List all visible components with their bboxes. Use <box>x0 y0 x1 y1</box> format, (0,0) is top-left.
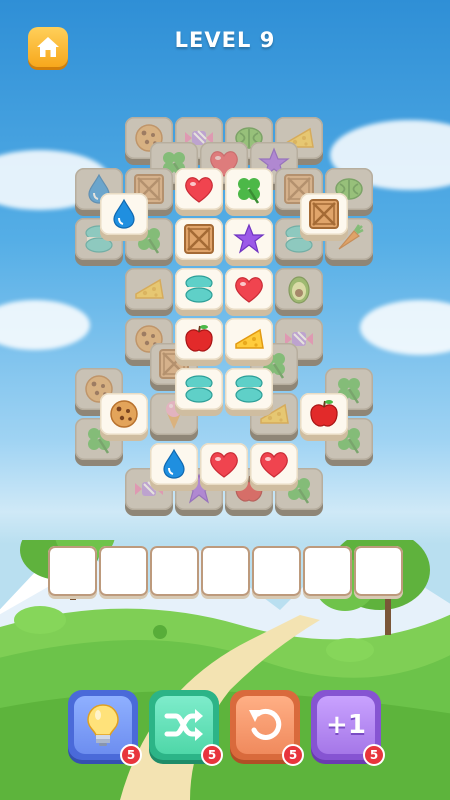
tile[interactable] <box>175 368 223 416</box>
tile[interactable] <box>100 193 148 241</box>
water-drop-icon <box>113 198 135 229</box>
plus-one-icon: +1 <box>326 710 366 740</box>
undo-count-badge: 5 <box>282 744 304 766</box>
tile[interactable] <box>225 368 273 416</box>
tile[interactable] <box>175 318 223 366</box>
shuffle-icon <box>164 709 203 741</box>
water-drop-icon <box>163 448 185 479</box>
undo-icon <box>249 708 282 740</box>
macaron-icon <box>185 375 213 403</box>
tray-slot[interactable] <box>48 546 97 596</box>
tile[interactable] <box>100 393 148 441</box>
tile-tray <box>48 546 403 598</box>
hint-count-badge: 5 <box>120 744 142 766</box>
tile[interactable] <box>225 318 273 366</box>
tray-slot[interactable] <box>150 546 199 596</box>
clover-icon <box>238 178 260 204</box>
tile[interactable] <box>150 443 198 491</box>
tile-covered <box>125 268 173 316</box>
tray-slot[interactable] <box>201 546 250 596</box>
tile[interactable] <box>300 193 348 241</box>
cheese-icon <box>135 278 164 299</box>
heart-icon <box>260 452 288 478</box>
tray-slot[interactable] <box>99 546 148 596</box>
tile[interactable] <box>200 443 248 491</box>
heart-icon <box>185 177 213 203</box>
game-screen: LEVEL 9 5 5 5 +1 5 <box>0 0 450 800</box>
tile[interactable] <box>250 443 298 491</box>
shuffle-count-badge: 5 <box>201 744 223 766</box>
cookie-icon <box>110 400 138 428</box>
crate-icon <box>184 224 214 254</box>
tray-slot[interactable] <box>303 546 352 596</box>
tile-board <box>0 0 450 800</box>
add-slot-count-badge: 5 <box>363 744 385 766</box>
tile[interactable] <box>175 218 223 266</box>
tile[interactable] <box>225 268 273 316</box>
tile[interactable] <box>175 168 223 216</box>
add-slot-button[interactable]: +1 5 <box>311 690 385 766</box>
apple-icon <box>185 325 213 352</box>
macaron-icon <box>185 275 213 303</box>
heart-icon <box>235 277 263 303</box>
tile-covered <box>275 268 323 316</box>
tile[interactable] <box>225 168 273 216</box>
apple-icon <box>310 400 338 427</box>
shuffle-button[interactable]: 5 <box>149 690 223 766</box>
lightbulb-icon <box>87 704 119 746</box>
tile[interactable] <box>175 268 223 316</box>
macaron-icon <box>235 375 263 403</box>
crate-icon <box>309 199 339 229</box>
tile[interactable] <box>300 393 348 441</box>
avocado-icon <box>288 276 310 304</box>
undo-button[interactable]: 5 <box>230 690 304 766</box>
tray-slot[interactable] <box>354 546 403 596</box>
star-icon <box>233 223 265 254</box>
tray-slot[interactable] <box>252 546 301 596</box>
tile[interactable] <box>225 218 273 266</box>
cheese-icon <box>235 328 264 349</box>
heart-icon <box>210 452 238 478</box>
hint-button[interactable]: 5 <box>68 690 142 766</box>
